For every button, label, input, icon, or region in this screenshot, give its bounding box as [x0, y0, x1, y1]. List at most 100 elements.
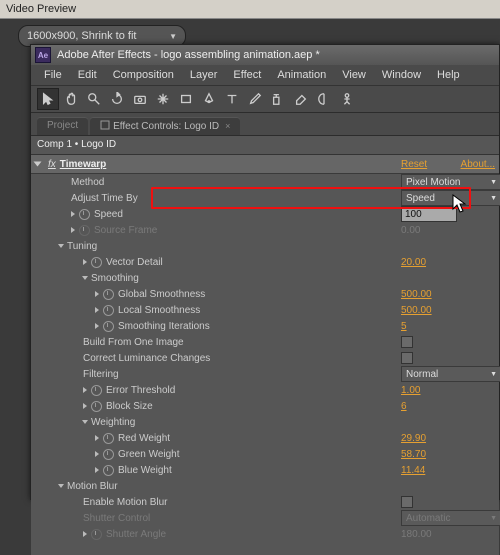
row-smoothing[interactable]: Smoothing [31, 270, 499, 286]
menu-animation[interactable]: Animation [270, 65, 333, 85]
eraser-tool[interactable] [290, 88, 312, 110]
menu-edit[interactable]: Edit [71, 65, 104, 85]
twirl-down-icon[interactable] [58, 244, 64, 248]
twirl-icon[interactable] [95, 307, 99, 313]
pan-behind-tool[interactable] [152, 88, 174, 110]
menu-composition[interactable]: Composition [106, 65, 181, 85]
stopwatch-icon[interactable] [79, 209, 90, 220]
twirl-icon[interactable] [95, 291, 99, 297]
label-motion-blur: Motion Blur [67, 481, 118, 492]
menu-help[interactable]: Help [430, 65, 467, 85]
value-local-smooth[interactable]: 500.00 [401, 305, 432, 316]
row-motion-blur[interactable]: Motion Blur [31, 478, 499, 494]
label-block-size: Block Size [106, 401, 153, 412]
menu-layer[interactable]: Layer [183, 65, 225, 85]
label-adjust: Adjust Time By [71, 193, 138, 204]
stopwatch-icon[interactable] [103, 321, 114, 332]
selection-tool[interactable] [37, 88, 59, 110]
twirl-icon[interactable] [95, 435, 99, 441]
speed-input[interactable]: 100 [401, 206, 457, 222]
label-enable-mb: Enable Motion Blur [83, 497, 168, 508]
row-tuning[interactable]: Tuning [31, 238, 499, 254]
stopwatch-icon[interactable] [103, 465, 114, 476]
hand-tool[interactable] [60, 88, 82, 110]
reset-link[interactable]: Reset [401, 159, 427, 170]
enable-mb-checkbox[interactable] [401, 496, 413, 508]
stopwatch-icon[interactable] [91, 385, 102, 396]
toolbar [31, 86, 499, 113]
zoom-tool[interactable] [83, 88, 105, 110]
chevron-down-icon: ▼ [490, 371, 497, 378]
value-red-weight[interactable]: 29.90 [401, 433, 426, 444]
label-global-smooth: Global Smoothness [118, 289, 205, 300]
twirl-icon[interactable] [71, 211, 75, 217]
app-window: Ae Adobe After Effects - logo assembling… [30, 44, 500, 500]
row-weighting[interactable]: Weighting [31, 414, 499, 430]
label-correct-lum: Correct Luminance Changes [83, 353, 210, 364]
close-icon[interactable]: × [225, 121, 230, 131]
type-tool[interactable] [221, 88, 243, 110]
clone-tool[interactable] [267, 88, 289, 110]
menu-view[interactable]: View [335, 65, 373, 85]
twirl-down-icon[interactable] [82, 420, 88, 424]
value-blue-weight[interactable]: 11.44 [401, 465, 425, 476]
twirl-icon[interactable] [95, 467, 99, 473]
tab-effect-controls[interactable]: Effect Controls: Logo ID× [90, 117, 240, 135]
rotate-tool[interactable] [106, 88, 128, 110]
twirl-icon[interactable] [95, 323, 99, 329]
puppet-tool[interactable] [336, 88, 358, 110]
twirl-icon[interactable] [83, 387, 87, 393]
roto-tool[interactable] [313, 88, 335, 110]
stopwatch-icon[interactable] [103, 449, 114, 460]
row-source-frame: Source Frame 0.00 [31, 222, 499, 238]
chevron-down-icon: ▼ [169, 32, 177, 41]
row-method: Method Pixel Motion▼ [31, 174, 499, 190]
value-source-frame: 0.00 [401, 225, 420, 236]
video-preview-title: Video Preview [0, 0, 500, 19]
label-green-weight: Green Weight [118, 449, 180, 460]
filtering-dropdown[interactable]: Normal▼ [401, 366, 500, 382]
twirl-down-icon[interactable] [82, 276, 88, 280]
twirl-down-icon[interactable] [34, 162, 42, 167]
twirl-icon[interactable] [83, 403, 87, 409]
stopwatch-icon[interactable] [103, 289, 114, 300]
menu-file[interactable]: File [37, 65, 69, 85]
value-block-size[interactable]: 6 [401, 401, 407, 412]
label-filtering: Filtering [83, 369, 119, 380]
method-dropdown[interactable]: Pixel Motion▼ [401, 174, 500, 190]
about-link[interactable]: About... [461, 159, 495, 170]
label-source-frame: Source Frame [94, 225, 157, 236]
brush-tool[interactable] [244, 88, 266, 110]
twirl-down-icon[interactable] [58, 484, 64, 488]
stopwatch-icon[interactable] [103, 433, 114, 444]
rect-tool[interactable] [175, 88, 197, 110]
menu-effect[interactable]: Effect [226, 65, 268, 85]
twirl-icon[interactable] [95, 451, 99, 457]
label-local-smooth: Local Smoothness [118, 305, 200, 316]
comp-path: Comp 1 • Logo ID [31, 136, 499, 155]
chevron-down-icon: ▼ [490, 179, 497, 186]
label-shutter-angle: Shutter Angle [106, 529, 166, 540]
correct-lum-checkbox[interactable] [401, 352, 413, 364]
twirl-icon[interactable] [83, 259, 87, 265]
menu-window[interactable]: Window [375, 65, 428, 85]
stopwatch-icon[interactable] [91, 257, 102, 268]
build-from-one-checkbox[interactable] [401, 336, 413, 348]
stopwatch-icon [91, 529, 102, 540]
stopwatch-icon[interactable] [91, 401, 102, 412]
value-green-weight[interactable]: 58.70 [401, 449, 426, 460]
effect-header[interactable]: fx Timewarp Reset About... [31, 155, 499, 174]
pen-tool[interactable] [198, 88, 220, 110]
label-red-weight: Red Weight [118, 433, 170, 444]
value-global-smooth[interactable]: 500.00 [401, 289, 432, 300]
camera-tool[interactable] [129, 88, 151, 110]
value-error-thresh[interactable]: 1.00 [401, 385, 420, 396]
label-method: Method [71, 177, 104, 188]
tab-project[interactable]: Project [37, 117, 88, 135]
adjust-dropdown[interactable]: Speed▼ [401, 190, 500, 206]
value-smooth-iter[interactable]: 5 [401, 321, 407, 332]
label-error-thresh: Error Threshold [106, 385, 175, 396]
twirl-icon [83, 531, 87, 537]
value-vector-detail[interactable]: 20.00 [401, 257, 426, 268]
stopwatch-icon[interactable] [103, 305, 114, 316]
